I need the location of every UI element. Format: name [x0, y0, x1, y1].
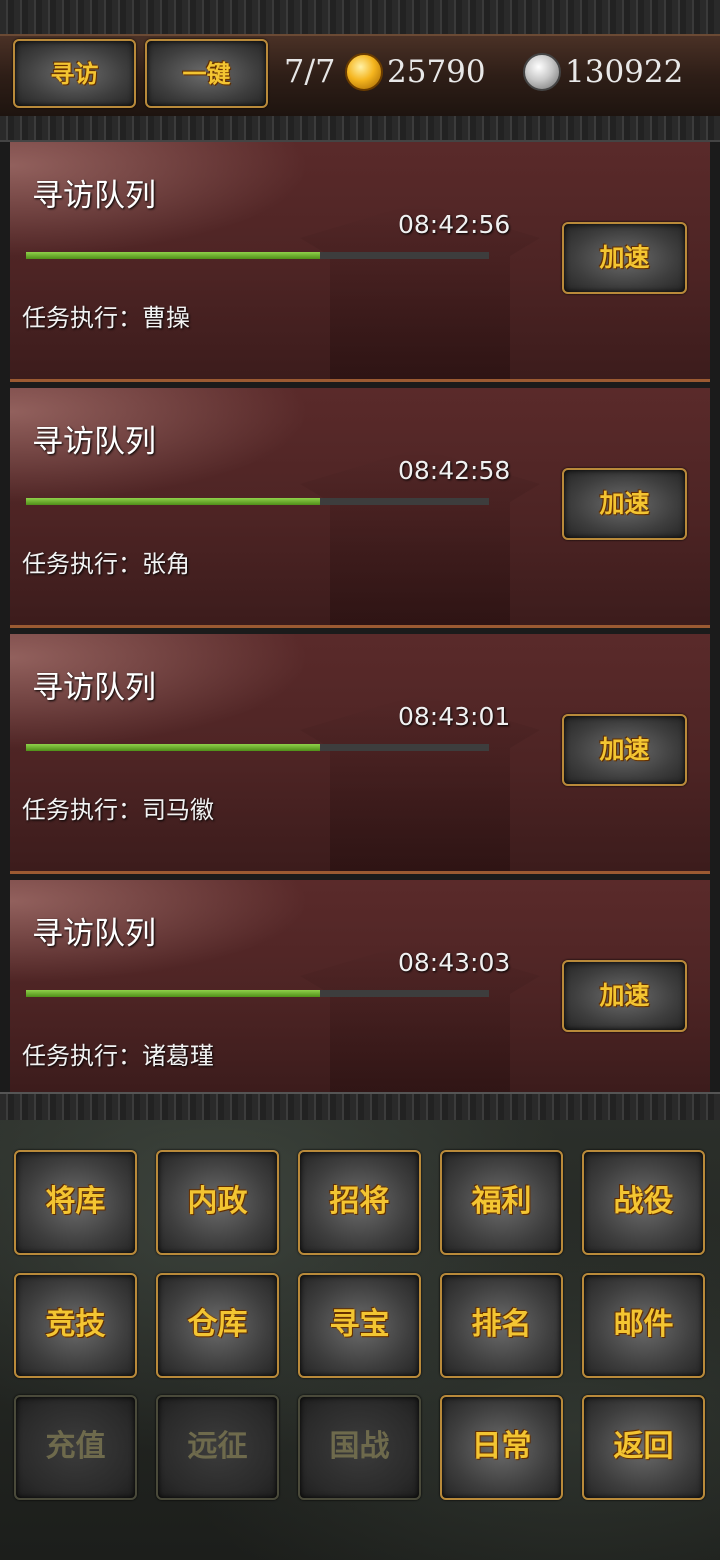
queue-card: 寻访队列 08:42:58 任务执行：张角 加速 [10, 388, 710, 628]
speed-up-button[interactable]: 加速 [562, 714, 687, 786]
menu-ranking-button[interactable]: 排名 [440, 1273, 563, 1378]
queue-executor: 任务执行：张角 [22, 550, 190, 578]
menu-recharge-button[interactable]: 充值 [14, 1395, 137, 1500]
queue-progress-fill [26, 252, 320, 259]
menu-nation-war-button[interactable]: 国战 [298, 1395, 421, 1500]
menu-general-library-button[interactable]: 将库 [14, 1150, 137, 1255]
queue-progress-fill [26, 990, 320, 997]
gold-ingot-icon [345, 53, 383, 91]
queue-card: 寻访队列 08:43:03 任务执行：诸葛瑾 加速 [10, 880, 710, 1092]
gold-currency: 25790 [345, 50, 486, 94]
menu-mail-button[interactable]: 邮件 [582, 1273, 705, 1378]
one-key-button[interactable]: 一键 [145, 39, 268, 108]
queue-progress-bar [26, 744, 489, 751]
queue-progress-fill [26, 498, 320, 505]
top-decor-strip [0, 0, 720, 36]
gold-amount: 25790 [387, 54, 486, 90]
menu-recruit-button[interactable]: 招将 [298, 1150, 421, 1255]
menu-expedition-button[interactable]: 远征 [156, 1395, 279, 1500]
speed-up-button[interactable]: 加速 [562, 960, 687, 1032]
queue-timer: 08:43:03 [398, 948, 511, 977]
queue-timer: 08:42:58 [398, 456, 511, 485]
menu-warehouse-button[interactable]: 仓库 [156, 1273, 279, 1378]
queue-title: 寻访队列 [32, 424, 156, 460]
visit-button[interactable]: 寻访 [13, 39, 136, 108]
queue-executor: 任务执行：司马徽 [22, 796, 214, 824]
menu-arena-button[interactable]: 竞技 [14, 1273, 137, 1378]
queue-title: 寻访队列 [32, 670, 156, 706]
queue-title: 寻访队列 [32, 916, 156, 952]
queue-card: 寻访队列 08:43:01 任务执行：司马徽 加速 [10, 634, 710, 874]
bottom-decor-strip [0, 1092, 720, 1122]
header-divider [0, 116, 720, 142]
silver-amount: 130922 [565, 54, 684, 90]
queue-progress-bar [26, 252, 489, 259]
speed-up-button[interactable]: 加速 [562, 468, 687, 540]
visit-queue-list: 寻访队列 08:42:56 任务执行：曹操 加速 寻访队列 08:42:58 任… [10, 142, 710, 1098]
menu-treasure-hunt-button[interactable]: 寻宝 [298, 1273, 421, 1378]
queue-progress-fill [26, 744, 320, 751]
menu-back-button[interactable]: 返回 [582, 1395, 705, 1500]
queue-timer: 08:42:56 [398, 210, 511, 239]
silver-currency: 130922 [523, 50, 683, 94]
queue-count: 7/7 [284, 52, 336, 90]
queue-title: 寻访队列 [32, 178, 156, 214]
menu-daily-button[interactable]: 日常 [440, 1395, 563, 1500]
menu-welfare-button[interactable]: 福利 [440, 1150, 563, 1255]
silver-ingot-icon [523, 53, 561, 91]
queue-timer: 08:43:01 [398, 702, 511, 731]
queue-progress-bar [26, 990, 489, 997]
queue-progress-bar [26, 498, 489, 505]
queue-card: 寻访队列 08:42:56 任务执行：曹操 加速 [10, 142, 710, 382]
menu-internal-affairs-button[interactable]: 内政 [156, 1150, 279, 1255]
queue-executor: 任务执行：诸葛瑾 [22, 1042, 214, 1070]
speed-up-button[interactable]: 加速 [562, 222, 687, 294]
queue-executor: 任务执行：曹操 [22, 304, 190, 332]
menu-campaign-button[interactable]: 战役 [582, 1150, 705, 1255]
